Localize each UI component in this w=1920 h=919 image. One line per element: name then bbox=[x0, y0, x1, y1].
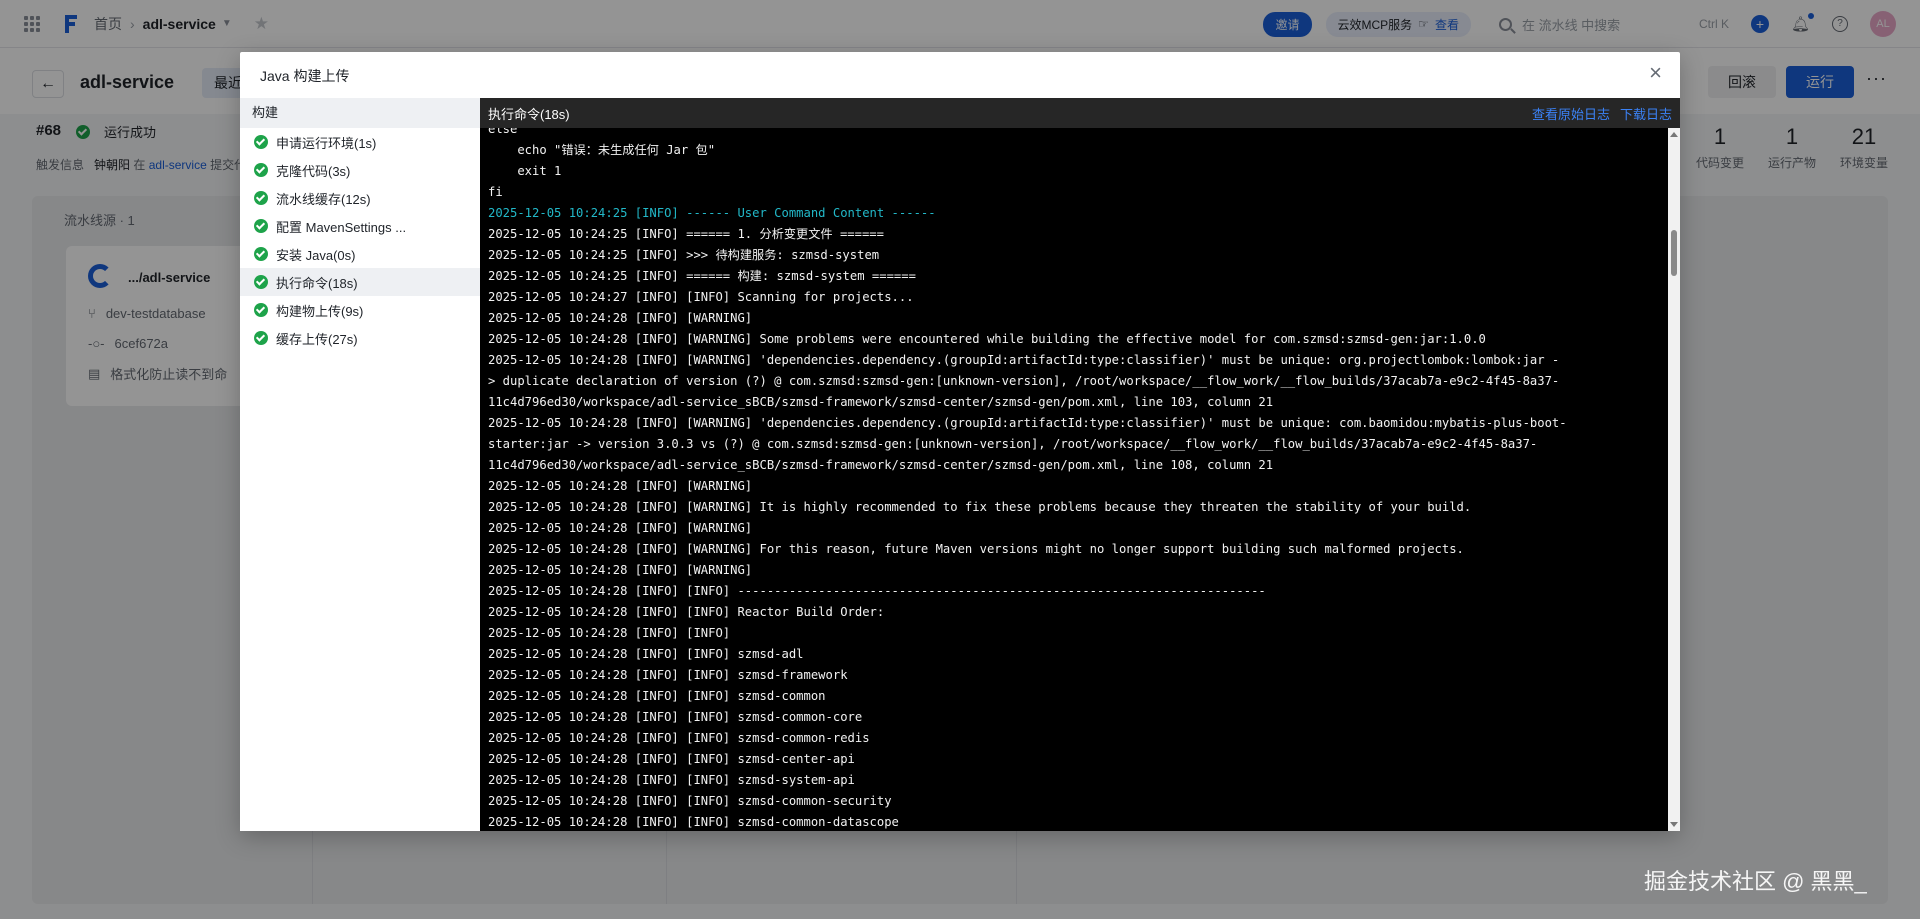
log-line: 11c4d796ed30/workspace/adl-service_sBCB/… bbox=[488, 395, 1274, 409]
build-step-label: 构建物上传(9s) bbox=[276, 303, 364, 319]
build-step-label: 缓存上传(27s) bbox=[276, 331, 358, 347]
check-circle-icon bbox=[254, 275, 268, 289]
modal-title: Java 构建上传 bbox=[260, 68, 350, 84]
log-line: fi bbox=[488, 185, 503, 199]
steps-header: 构建 bbox=[240, 98, 480, 128]
log-line: 2025-12-05 10:24:28 [INFO] [INFO] szmsd-… bbox=[488, 752, 855, 766]
log-line: 2025-12-05 10:24:28 [INFO] [INFO] szmsd-… bbox=[488, 689, 826, 703]
log-panel: 执行命令(18s) 查看原始日志 下载日志 else echo "错误：未生成任… bbox=[480, 98, 1680, 831]
log-line: 2025-12-05 10:24:25 [INFO] ====== 构建: sz… bbox=[488, 269, 916, 283]
log-line: 2025-12-05 10:24:27 [INFO] [INFO] Scanni… bbox=[488, 290, 914, 304]
log-header: 执行命令(18s) 查看原始日志 下载日志 bbox=[480, 98, 1680, 128]
build-step-item[interactable]: 构建物上传(9s) bbox=[240, 296, 480, 324]
build-step-item[interactable]: 流水线缓存(12s) bbox=[240, 184, 480, 212]
log-line: 2025-12-05 10:24:28 [INFO] [INFO] szmsd-… bbox=[488, 668, 848, 682]
log-line: 2025-12-05 10:24:28 [INFO] [WARNING] bbox=[488, 521, 753, 535]
watermark: 掘金技术社区 @ 黑黑_ bbox=[1644, 869, 1867, 894]
build-log-modal: Java 构建上传 × 构建 申请运行环境(1s) 克隆代码(3s) 流水线缓存(1… bbox=[240, 52, 1680, 831]
build-step-item[interactable]: 安装 Java(0s) bbox=[240, 240, 480, 268]
build-step-item[interactable]: 执行命令(18s) bbox=[240, 268, 480, 296]
scrollbar-thumb[interactable] bbox=[1671, 230, 1677, 276]
log-line: 2025-12-05 10:24:28 [INFO] [INFO] szmsd-… bbox=[488, 647, 804, 661]
close-icon[interactable]: × bbox=[1649, 62, 1662, 84]
log-line: exit 1 bbox=[488, 164, 562, 178]
scroll-up-icon[interactable] bbox=[1670, 132, 1678, 137]
log-line: 2025-12-05 10:24:28 [INFO] [WARNING] bbox=[488, 563, 753, 577]
log-line: 2025-12-05 10:24:25 [INFO] ====== 1. 分析变… bbox=[488, 227, 884, 241]
check-circle-icon bbox=[254, 191, 268, 205]
view-raw-log-link[interactable]: 查看原始日志 bbox=[1532, 104, 1610, 123]
log-line: 2025-12-05 10:24:28 [INFO] [WARNING] It … bbox=[488, 500, 1472, 514]
build-step-label: 安装 Java(0s) bbox=[276, 247, 356, 263]
log-line: 2025-12-05 10:24:28 [INFO] [WARNING] bbox=[488, 311, 753, 325]
log-actions: 查看原始日志 下载日志 bbox=[1532, 104, 1672, 123]
log-line: 2025-12-05 10:24:28 [INFO] [WARNING] For… bbox=[488, 542, 1464, 556]
log-line: 2025-12-05 10:24:28 [INFO] [WARNING] 'de… bbox=[488, 416, 1567, 430]
check-circle-icon bbox=[254, 303, 268, 317]
log-line: > duplicate declaration of version (?) @… bbox=[488, 374, 1560, 388]
build-step-item[interactable]: 配置 MavenSettings ... bbox=[240, 212, 480, 240]
build-step-item[interactable]: 克隆代码(3s) bbox=[240, 156, 480, 184]
log-line: echo "错误：未生成任何 Jar 包" bbox=[488, 143, 716, 157]
log-line: 11c4d796ed30/workspace/adl-service_sBCB/… bbox=[488, 458, 1274, 472]
log-line: 2025-12-05 10:24:28 [INFO] [WARNING] Som… bbox=[488, 332, 1486, 346]
build-step-label: 申请运行环境(1s) bbox=[276, 135, 377, 151]
log-line: 2025-12-05 10:24:28 [INFO] [INFO] szmsd-… bbox=[488, 815, 899, 829]
build-step-label: 克隆代码(3s) bbox=[276, 163, 351, 179]
log-line: 2025-12-05 10:24:28 [INFO] [INFO] szmsd-… bbox=[488, 710, 863, 724]
log-line: starter:jar -> version 3.0.3 vs (?) @ co… bbox=[488, 437, 1538, 451]
log-line: 2025-12-05 10:24:28 [INFO] [INFO] Reacto… bbox=[488, 605, 885, 619]
log-line: 2025-12-05 10:24:25 [INFO] >>> 待构建服务: sz… bbox=[488, 248, 880, 262]
check-circle-icon bbox=[254, 219, 268, 233]
scroll-down-icon[interactable] bbox=[1670, 822, 1678, 827]
build-step-label: 配置 MavenSettings ... bbox=[276, 219, 407, 235]
steps-list: 申请运行环境(1s) 克隆代码(3s) 流水线缓存(12s) 配置 MavenSett… bbox=[240, 128, 480, 352]
build-step-label: 流水线缓存(12s) bbox=[276, 191, 371, 207]
log-line: 2025-12-05 10:24:28 [INFO] [WARNING] 'de… bbox=[488, 353, 1560, 367]
log-line: 2025-12-05 10:24:28 [INFO] [INFO] ------… bbox=[488, 584, 1266, 598]
log-line: else bbox=[488, 128, 518, 136]
log-line: 2025-12-05 10:24:28 [INFO] [WARNING] bbox=[488, 479, 753, 493]
build-step-label: 执行命令(18s) bbox=[276, 275, 358, 291]
steps-panel: 构建 申请运行环境(1s) 克隆代码(3s) 流水线缓存(12s) 配置 MavenS… bbox=[240, 98, 480, 831]
log-scrollbar[interactable] bbox=[1668, 128, 1680, 831]
build-step-item[interactable]: 缓存上传(27s) bbox=[240, 324, 480, 352]
check-circle-icon bbox=[254, 135, 268, 149]
check-circle-icon bbox=[254, 247, 268, 261]
log-line: 2025-12-05 10:24:28 [INFO] [INFO] bbox=[488, 626, 731, 640]
log-line: 2025-12-05 10:24:28 [INFO] [INFO] szmsd-… bbox=[488, 794, 892, 808]
check-circle-icon bbox=[254, 331, 268, 345]
check-circle-icon bbox=[254, 163, 268, 177]
download-log-link[interactable]: 下载日志 bbox=[1620, 104, 1672, 123]
log-output[interactable]: else echo "错误：未生成任何 Jar 包" exit 1 fi 2025-… bbox=[480, 128, 1668, 831]
log-line: 2025-12-05 10:24:25 [INFO] ------ User C… bbox=[488, 206, 936, 220]
log-line: 2025-12-05 10:24:28 [INFO] [INFO] szmsd-… bbox=[488, 731, 870, 745]
log-title: 执行命令(18s) bbox=[488, 106, 570, 122]
build-step-item[interactable]: 申请运行环境(1s) bbox=[240, 128, 480, 156]
log-line: 2025-12-05 10:24:28 [INFO] [INFO] szmsd-… bbox=[488, 773, 855, 787]
